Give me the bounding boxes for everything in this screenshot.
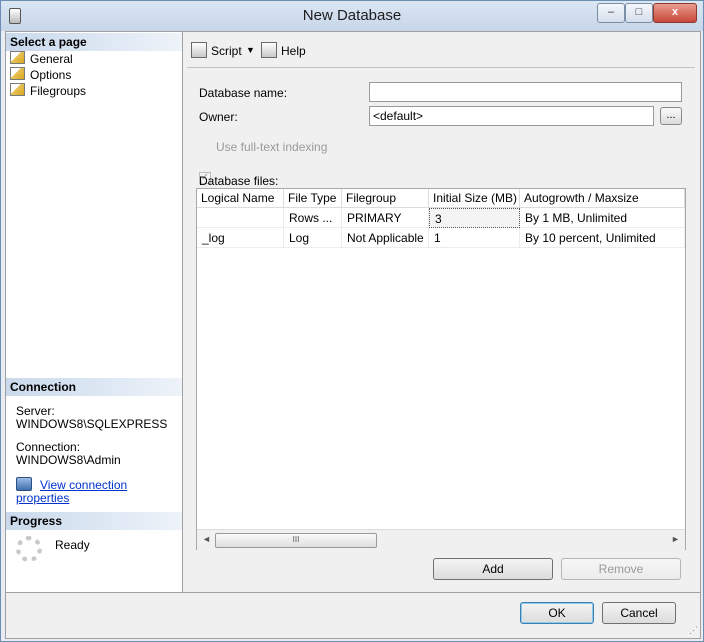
owner-browse-button[interactable]: ... bbox=[660, 107, 682, 125]
cell-initial-size[interactable]: 1 bbox=[429, 228, 520, 248]
page-item-general[interactable]: General bbox=[10, 51, 73, 67]
cell-file-type[interactable]: Rows ... bbox=[284, 208, 342, 228]
page-item-filegroups[interactable]: Filegroups bbox=[10, 83, 86, 99]
minimize-icon: – bbox=[607, 6, 615, 18]
help-icon bbox=[261, 42, 277, 58]
page-icon bbox=[10, 67, 25, 80]
bottom-separator bbox=[6, 592, 700, 593]
script-dropdown-icon[interactable]: ▼ bbox=[246, 42, 255, 58]
view-connection-properties-link[interactable]: View connection properties bbox=[16, 478, 127, 505]
cell-filegroup[interactable]: PRIMARY bbox=[342, 208, 429, 228]
page-icon bbox=[10, 51, 25, 64]
maximize-button[interactable]: □ bbox=[625, 3, 653, 23]
cell-logical-name[interactable]: _log bbox=[197, 228, 284, 248]
connection-header: Connection bbox=[6, 378, 182, 396]
page-item-label: General bbox=[30, 52, 73, 66]
database-name-label: Database name: bbox=[199, 86, 288, 100]
cell-autogrowth[interactable]: By 1 MB, Unlimited bbox=[520, 208, 685, 228]
close-button[interactable]: x bbox=[653, 3, 697, 23]
column-header-file-type[interactable]: File Type bbox=[284, 189, 342, 208]
cell-filegroup[interactable]: Not Applicable bbox=[342, 228, 429, 248]
page-item-label: Options bbox=[30, 68, 72, 82]
database-files-grid[interactable]: Logical Name File Type Filegroup Initial… bbox=[196, 188, 686, 550]
add-button[interactable]: Add bbox=[433, 558, 553, 580]
left-pane: Select a page General Options Filegroups… bbox=[6, 32, 183, 592]
connection-value: WINDOWS8\Admin bbox=[16, 453, 121, 467]
toolbar: Script ▼ Help bbox=[183, 32, 700, 64]
remove-button[interactable]: Remove bbox=[561, 558, 681, 580]
resize-grip-icon[interactable]: ⋰ bbox=[689, 625, 698, 636]
new-database-window: New Database – □ x Select a page General… bbox=[0, 0, 704, 642]
dialog-client-area: Select a page General Options Filegroups… bbox=[5, 31, 701, 639]
script-label: Script bbox=[211, 44, 242, 58]
ok-button[interactable]: OK bbox=[520, 602, 594, 624]
column-header-initial-size[interactable]: Initial Size (MB) bbox=[429, 189, 520, 208]
cancel-button[interactable]: Cancel bbox=[602, 602, 676, 624]
script-button[interactable]: Script bbox=[191, 42, 242, 58]
cell-logical-name[interactable] bbox=[197, 208, 284, 228]
select-page-header: Select a page bbox=[6, 33, 182, 51]
close-icon: x bbox=[671, 6, 679, 18]
script-icon bbox=[191, 42, 207, 58]
scroll-left-icon[interactable]: ◄ bbox=[202, 534, 211, 544]
connection-properties-icon bbox=[16, 477, 32, 491]
column-header-logical-name[interactable]: Logical Name bbox=[197, 189, 284, 208]
page-item-options[interactable]: Options bbox=[10, 67, 71, 83]
cell-initial-size[interactable]: 3 bbox=[429, 208, 520, 228]
cell-file-type[interactable]: Log bbox=[284, 228, 342, 248]
horizontal-scrollbar[interactable]: ◄ III ► bbox=[197, 529, 685, 550]
fulltext-label: Use full-text indexing bbox=[216, 140, 328, 154]
help-button[interactable]: Help bbox=[261, 42, 306, 58]
cell-autogrowth[interactable]: By 10 percent, Unlimited bbox=[520, 228, 685, 248]
database-name-input[interactable] bbox=[369, 82, 682, 102]
owner-label: Owner: bbox=[199, 110, 238, 124]
column-header-autogrowth[interactable]: Autogrowth / Maxsize bbox=[520, 189, 685, 208]
maximize-icon: □ bbox=[635, 6, 643, 18]
server-value: WINDOWS8\SQLEXPRESS bbox=[16, 417, 168, 431]
page-item-label: Filegroups bbox=[30, 84, 87, 98]
scrollbar-thumb[interactable]: III bbox=[215, 533, 377, 548]
minimize-button[interactable]: – bbox=[597, 3, 625, 23]
view-connection-properties[interactable]: View connection properties bbox=[16, 477, 182, 505]
database-files-label: Database files: bbox=[199, 174, 279, 188]
title-bar[interactable]: New Database – □ x bbox=[1, 1, 703, 31]
help-label: Help bbox=[281, 44, 306, 58]
progress-header: Progress bbox=[6, 512, 182, 530]
progress-spinner-icon bbox=[16, 536, 42, 562]
owner-input[interactable] bbox=[369, 106, 654, 126]
scroll-right-icon[interactable]: ► bbox=[671, 534, 680, 544]
progress-status: Ready bbox=[55, 538, 90, 552]
column-header-filegroup[interactable]: Filegroup bbox=[342, 189, 429, 208]
page-icon bbox=[10, 83, 25, 96]
toolbar-separator bbox=[187, 67, 695, 68]
